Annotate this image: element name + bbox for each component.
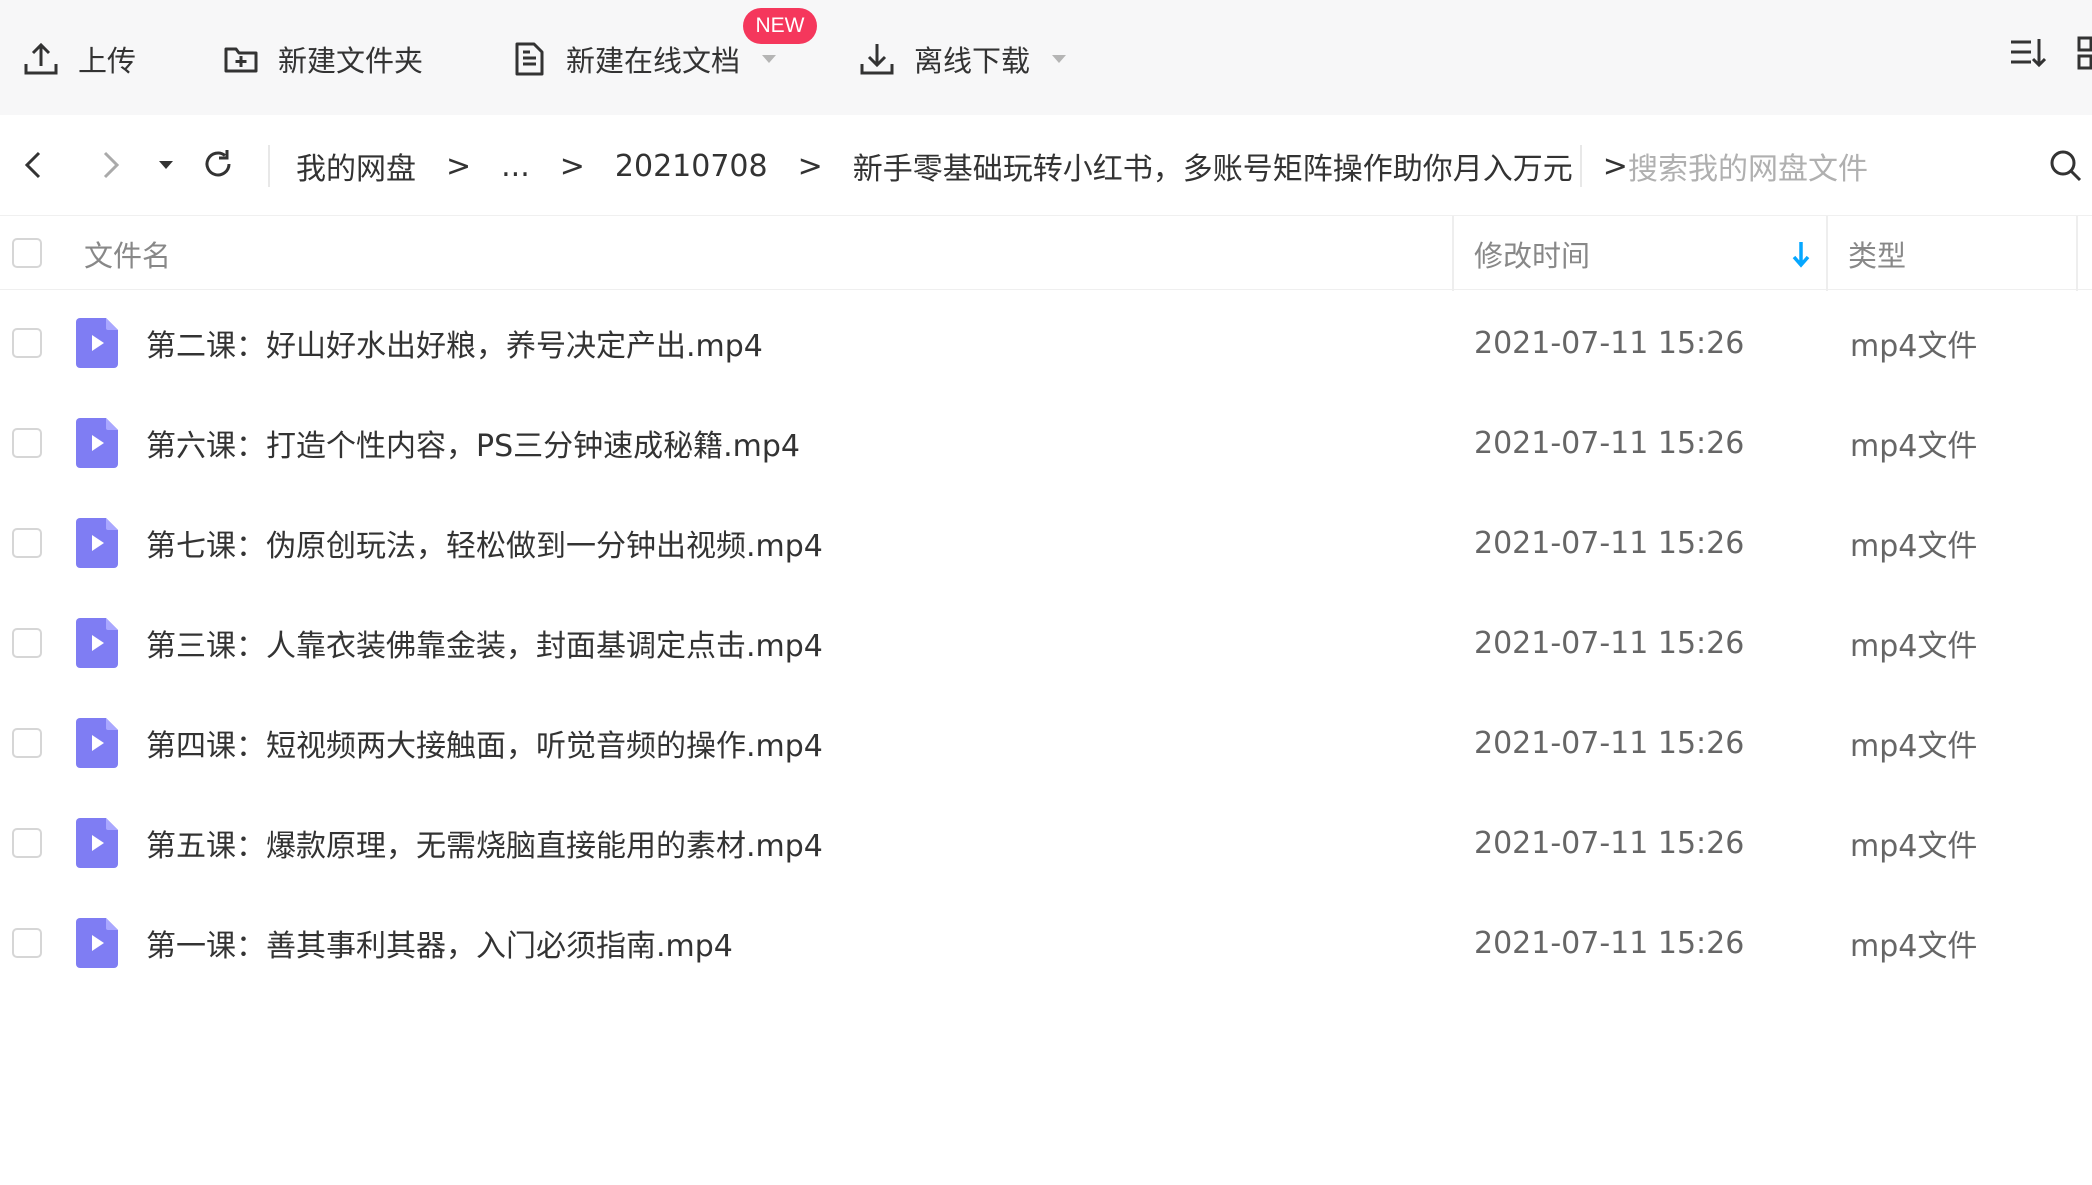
sort-icon[interactable] [2008,34,2046,72]
file-name[interactable]: 第二课：好山好水出好粮，养号决定产出.mp4 [146,293,763,393]
video-file-icon [76,318,118,368]
search-input[interactable]: 搜索我的网盘文件 [1628,143,1868,189]
table-header: 文件名 修改时间 类型 [0,215,2092,291]
column-divider [1826,216,1828,291]
file-name[interactable]: 第五课：爆款原理，无需烧脑直接能用的素材.mp4 [146,793,823,893]
breadcrumb-separator: > [559,148,585,184]
select-all-checkbox[interactable] [12,238,42,268]
video-file-icon [76,518,118,568]
file-modified: 2021-07-11 15:26 [1474,425,1745,461]
breadcrumb: 我的网盘 > ... > 20210708 > 新手零基础玩转小红书，多账号矩阵… [296,143,1658,189]
new-folder-icon [224,47,258,73]
file-modified: 2021-07-11 15:26 [1474,625,1745,661]
video-file-icon [76,818,118,868]
column-header-type[interactable]: 类型 [1848,216,1906,291]
breadcrumb-separator: > [446,148,472,184]
file-type: mp4文件 [1850,729,1978,764]
chevron-down-icon[interactable] [1052,55,1067,63]
file-name[interactable]: 第一课：善其事利其器，入门必须指南.mp4 [146,893,733,993]
chevron-right-icon [103,151,120,179]
new-online-doc-label: 新建在线文档 [566,44,741,78]
breadcrumb-separator: > [797,148,823,184]
file-type: mp4文件 [1850,529,1978,564]
file-modified: 2021-07-11 15:26 [1474,525,1745,561]
table-row[interactable]: 第二课：好山好水出好粮，养号决定产出.mp4 2021-07-11 15:26 … [0,293,2092,393]
divider [1580,145,1582,187]
file-type: mp4文件 [1850,329,1978,364]
nav-bar: 我的网盘 > ... > 20210708 > 新手零基础玩转小红书，多账号矩阵… [0,115,2092,215]
row-checkbox[interactable] [12,328,42,358]
new-folder-button[interactable]: 新建文件夹 [222,30,423,88]
breadcrumb-item[interactable]: ... [501,149,530,184]
row-checkbox[interactable] [12,428,42,458]
column-header-name[interactable]: 文件名 [84,216,171,291]
upload-button[interactable]: 上传 [22,30,136,88]
new-online-doc-button[interactable]: 新建在线文档 [510,30,777,88]
new-folder-label: 新建文件夹 [278,44,424,78]
row-checkbox[interactable] [12,828,42,858]
table-row[interactable]: 第三课：人靠衣装佛靠金装，封面基调定点击.mp4 2021-07-11 15:2… [0,593,2092,693]
video-file-icon [76,918,118,968]
caret-down-icon [159,161,173,169]
file-name[interactable]: 第六课：打造个性内容，PS三分钟速成秘籍.mp4 [146,393,800,493]
upload-icon [24,42,58,75]
chevron-down-icon[interactable] [762,55,777,63]
file-modified: 2021-07-11 15:26 [1474,825,1745,861]
download-icon [860,44,894,75]
history-dropdown[interactable] [144,143,188,187]
file-modified: 2021-07-11 15:26 [1474,925,1745,961]
video-file-icon [76,418,118,468]
table-row[interactable]: 第七课：伪原创玩法，轻松做到一分钟出视频.mp4 2021-07-11 15:2… [0,493,2092,593]
row-checkbox[interactable] [12,928,42,958]
chevron-left-icon [24,151,41,179]
breadcrumb-separator: > [1602,148,1628,184]
column-divider [1452,216,1454,291]
offline-download-label: 离线下载 [914,44,1031,78]
table-row[interactable]: 第一课：善其事利其器，入门必须指南.mp4 2021-07-11 15:26 m… [0,893,2092,993]
sort-descending-icon[interactable] [1788,238,1814,270]
column-divider [2076,216,2078,291]
refresh-button[interactable] [196,143,240,187]
toolbar: 上传 新建文件夹 新建在线文档 NEW 离线下载 [0,0,2092,115]
document-icon [515,42,544,76]
table-row[interactable]: 第四课：短视频两大接触面，听觉音频的操作.mp4 2021-07-11 15:2… [0,693,2092,793]
row-checkbox[interactable] [12,728,42,758]
breadcrumb-item[interactable]: 我的网盘 [296,144,416,188]
video-file-icon [76,618,118,668]
upload-label: 上传 [78,44,137,78]
file-name[interactable]: 第三课：人靠衣装佛靠金装，封面基调定点击.mp4 [146,593,823,693]
file-name[interactable]: 第四课：短视频两大接触面，听觉音频的操作.mp4 [146,693,823,793]
file-type: mp4文件 [1850,429,1978,464]
search-icon[interactable] [2048,148,2084,184]
row-checkbox[interactable] [12,628,42,658]
file-type: mp4文件 [1850,829,1978,864]
table-row[interactable]: 第六课：打造个性内容，PS三分钟速成秘籍.mp4 2021-07-11 15:2… [0,393,2092,493]
file-type: mp4文件 [1850,629,1978,664]
new-badge: NEW [743,8,817,44]
divider [268,145,270,187]
file-modified: 2021-07-11 15:26 [1474,325,1745,361]
breadcrumb-item[interactable]: 新手零基础玩转小红书，多账号矩阵操作助你月入万元 [853,144,1573,188]
file-modified: 2021-07-11 15:26 [1474,725,1745,761]
file-type: mp4文件 [1850,929,1978,964]
column-header-modified[interactable]: 修改时间 [1474,216,1590,291]
grid-view-icon[interactable] [2076,34,2092,72]
forward-button[interactable] [88,143,132,187]
file-name[interactable]: 第七课：伪原创玩法，轻松做到一分钟出视频.mp4 [146,493,823,593]
back-button[interactable] [12,143,56,187]
video-file-icon [76,718,118,768]
offline-download-button[interactable]: 离线下载 [858,30,1067,88]
row-checkbox[interactable] [12,528,42,558]
breadcrumb-item[interactable]: 20210708 [615,149,768,184]
table-row[interactable]: 第五课：爆款原理，无需烧脑直接能用的素材.mp4 2021-07-11 15:2… [0,793,2092,893]
refresh-icon [205,150,231,177]
